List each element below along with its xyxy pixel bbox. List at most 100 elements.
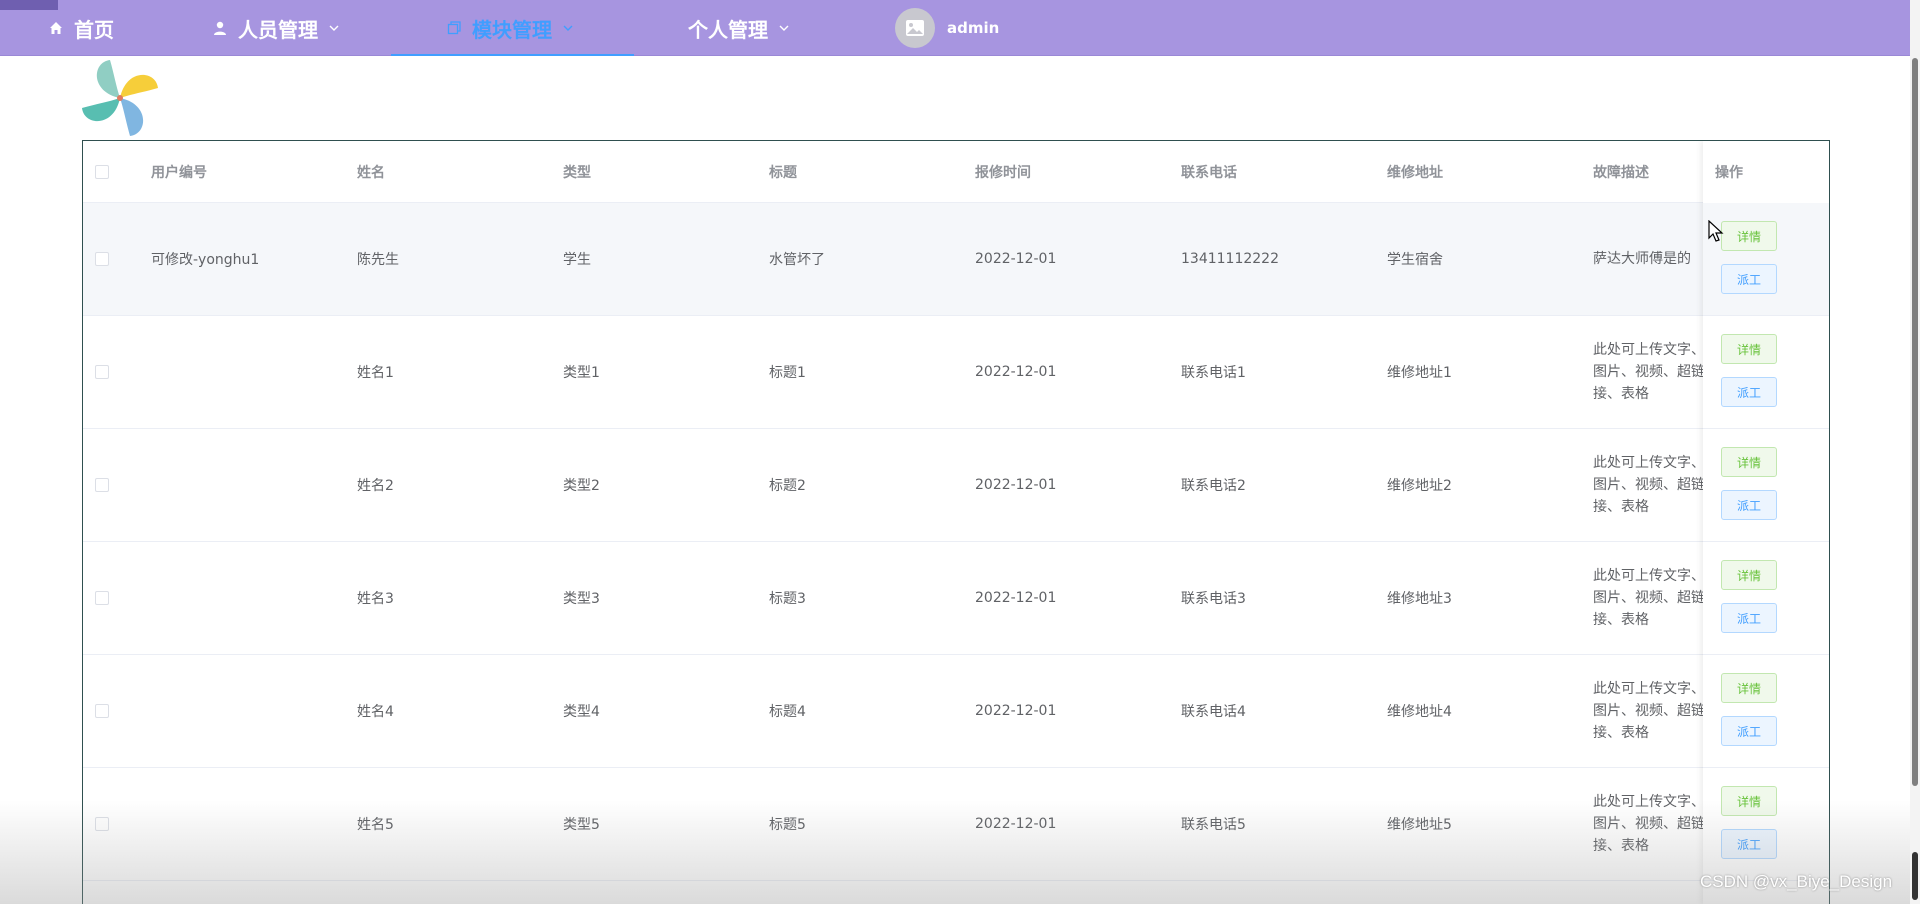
dispatch-button[interactable]: 派工 xyxy=(1721,716,1777,746)
cell-address: 维修地址2 xyxy=(1387,478,1452,494)
dispatch-button[interactable]: 派工 xyxy=(1721,603,1777,633)
cell-title: 标题3 xyxy=(769,591,806,607)
nav-item-personnel[interactable]: 人员管理 xyxy=(212,0,340,56)
cell-phone: 联系电话2 xyxy=(1181,478,1246,494)
detail-button[interactable]: 详情 xyxy=(1721,334,1777,364)
row-checkbox-cell[interactable] xyxy=(95,768,109,880)
cell-description: 此处可上传文字、图片、视频、超链接、表格 xyxy=(1593,794,1705,854)
cell-type: 类型5 xyxy=(563,817,600,833)
detail-button[interactable]: 详情 xyxy=(1721,673,1777,703)
table-row[interactable]: 姓名5 类型5 标题5 2022-12-01 联系电话5 维修地址5 此处可上传… xyxy=(83,768,1829,881)
cell-description: 此处可上传文字、图片、视频、超链接、表格 xyxy=(1593,568,1705,628)
column-header[interactable]: 联系电话 xyxy=(1181,141,1237,202)
cell-title: 水管坏了 xyxy=(769,252,825,268)
select-all-checkbox-cell[interactable] xyxy=(95,141,109,202)
cell-title: 标题4 xyxy=(769,704,806,720)
user-menu[interactable]: admin xyxy=(895,8,999,48)
cell-time: 2022-12-01 xyxy=(975,364,1057,380)
detail-button[interactable]: 详情 xyxy=(1721,447,1777,477)
row-checkbox[interactable] xyxy=(95,365,109,379)
detail-button[interactable]: 详情 xyxy=(1721,786,1777,816)
scrollbar-secondary-thumb[interactable] xyxy=(1912,852,1918,900)
home-icon xyxy=(48,20,64,36)
cell-time: 2022-12-01 xyxy=(975,251,1057,267)
column-header[interactable]: 标题 xyxy=(769,141,797,202)
dispatch-button[interactable]: 派工 xyxy=(1721,377,1777,407)
cell-title: 标题2 xyxy=(769,478,806,494)
vertical-scrollbar-thumb[interactable] xyxy=(1912,58,1918,786)
row-checkbox-cell[interactable] xyxy=(95,429,109,541)
cell-type: 类型1 xyxy=(563,365,600,381)
cell-name: 姓名2 xyxy=(357,478,394,494)
row-checkbox-cell[interactable] xyxy=(95,655,109,767)
column-header[interactable]: 报修时间 xyxy=(975,141,1031,202)
row-checkbox[interactable] xyxy=(95,252,109,266)
table-header-row: 用户编号 姓名 类型 标题 报修时间 联系电话 维修地址 故障描述 xyxy=(83,141,1829,203)
table-row[interactable]: 姓名2 类型2 标题2 2022-12-01 联系电话2 维修地址2 此处可上传… xyxy=(83,429,1829,542)
row-checkbox[interactable] xyxy=(95,478,109,492)
cell-type: 类型4 xyxy=(563,704,600,720)
cell-time: 2022-12-01 xyxy=(975,816,1057,832)
cell-address: 维修地址3 xyxy=(1387,591,1452,607)
row-checkbox[interactable] xyxy=(95,591,109,605)
row-checkbox[interactable] xyxy=(95,704,109,718)
operations-column: 操作 详情 派工 详情 派工 详情 派工 详情 派工 详情 派工 详情 派工 xyxy=(1703,141,1829,904)
cell-name: 姓名3 xyxy=(357,591,394,607)
chevron-down-icon xyxy=(328,22,340,34)
cell-phone: 联系电话5 xyxy=(1181,817,1246,833)
module-icon xyxy=(446,20,462,36)
select-all-checkbox[interactable] xyxy=(95,164,109,179)
user-icon xyxy=(212,20,228,36)
cell-name: 姓名5 xyxy=(357,817,394,833)
nav-item-label: 首页 xyxy=(74,17,114,42)
nav-item-modules[interactable]: 模块管理 xyxy=(391,0,634,56)
top-navigation: 首页 人员管理 模块管理 个人管理 admin xyxy=(0,0,1910,56)
cell-time: 2022-12-01 xyxy=(975,703,1057,719)
cell-name: 姓名4 xyxy=(357,704,394,720)
image-placeholder-icon xyxy=(906,20,924,36)
cell-name: 陈先生 xyxy=(357,252,399,268)
mouse-cursor-icon xyxy=(1708,220,1724,242)
operations-cell: 详情 派工 xyxy=(1703,429,1829,542)
dispatch-button[interactable]: 派工 xyxy=(1721,829,1777,859)
table-row[interactable]: 姓名1 类型1 标题1 2022-12-01 联系电话1 维修地址1 此处可上传… xyxy=(83,316,1829,429)
cell-type: 学生 xyxy=(563,252,591,268)
nav-item-home[interactable]: 首页 xyxy=(48,0,114,56)
cell-address: 维修地址4 xyxy=(1387,704,1452,720)
column-header[interactable]: 故障描述 xyxy=(1593,141,1649,202)
column-header[interactable]: 维修地址 xyxy=(1387,141,1443,202)
row-checkbox-cell[interactable] xyxy=(95,203,109,315)
cell-phone: 联系电话3 xyxy=(1181,591,1246,607)
dispatch-button[interactable]: 派工 xyxy=(1721,490,1777,520)
operations-cell: 详情 派工 xyxy=(1703,542,1829,655)
cell-address: 学生宿舍 xyxy=(1387,252,1443,268)
detail-button[interactable]: 详情 xyxy=(1721,221,1777,251)
cell-phone: 联系电话4 xyxy=(1181,704,1246,720)
username: admin xyxy=(947,19,1000,37)
chevron-down-icon xyxy=(778,22,790,34)
operations-cell: 详情 派工 xyxy=(1703,768,1829,881)
cell-title: 标题1 xyxy=(769,365,806,381)
cell-description: 此处可上传文字、图片、视频、超链接、表格 xyxy=(1593,342,1705,402)
detail-button[interactable]: 详情 xyxy=(1721,560,1777,590)
nav-item-personal[interactable]: 个人管理 xyxy=(688,0,790,56)
operations-cell: 详情 派工 xyxy=(1703,316,1829,429)
table-row[interactable]: 可修改-yonghu1 陈先生 学生 水管坏了 2022-12-01 13411… xyxy=(83,203,1829,316)
dispatch-button[interactable]: 派工 xyxy=(1721,264,1777,294)
column-header[interactable]: 类型 xyxy=(563,141,591,202)
column-header[interactable]: 用户编号 xyxy=(151,141,207,202)
nav-item-label: 人员管理 xyxy=(238,17,318,42)
row-checkbox[interactable] xyxy=(95,817,109,831)
cell-phone: 联系电话1 xyxy=(1181,365,1246,381)
table-row[interactable]: 姓名3 类型3 标题3 2022-12-01 联系电话3 维修地址3 此处可上传… xyxy=(83,542,1829,655)
cell-description: 萨达大师傅是的 xyxy=(1593,251,1691,267)
row-checkbox-cell[interactable] xyxy=(95,542,109,654)
cell-description: 此处可上传文字、图片、视频、超链接、表格 xyxy=(1593,681,1705,741)
cell-title: 标题5 xyxy=(769,817,806,833)
cell-type: 类型3 xyxy=(563,591,600,607)
table-row[interactable]: 姓名4 类型4 标题4 2022-12-01 联系电话4 维修地址4 此处可上传… xyxy=(83,655,1829,768)
cell-user-id: 可修改-yonghu1 xyxy=(151,252,260,268)
row-checkbox-cell[interactable] xyxy=(95,316,109,428)
cell-address: 维修地址5 xyxy=(1387,817,1452,833)
column-header[interactable]: 姓名 xyxy=(357,141,385,202)
